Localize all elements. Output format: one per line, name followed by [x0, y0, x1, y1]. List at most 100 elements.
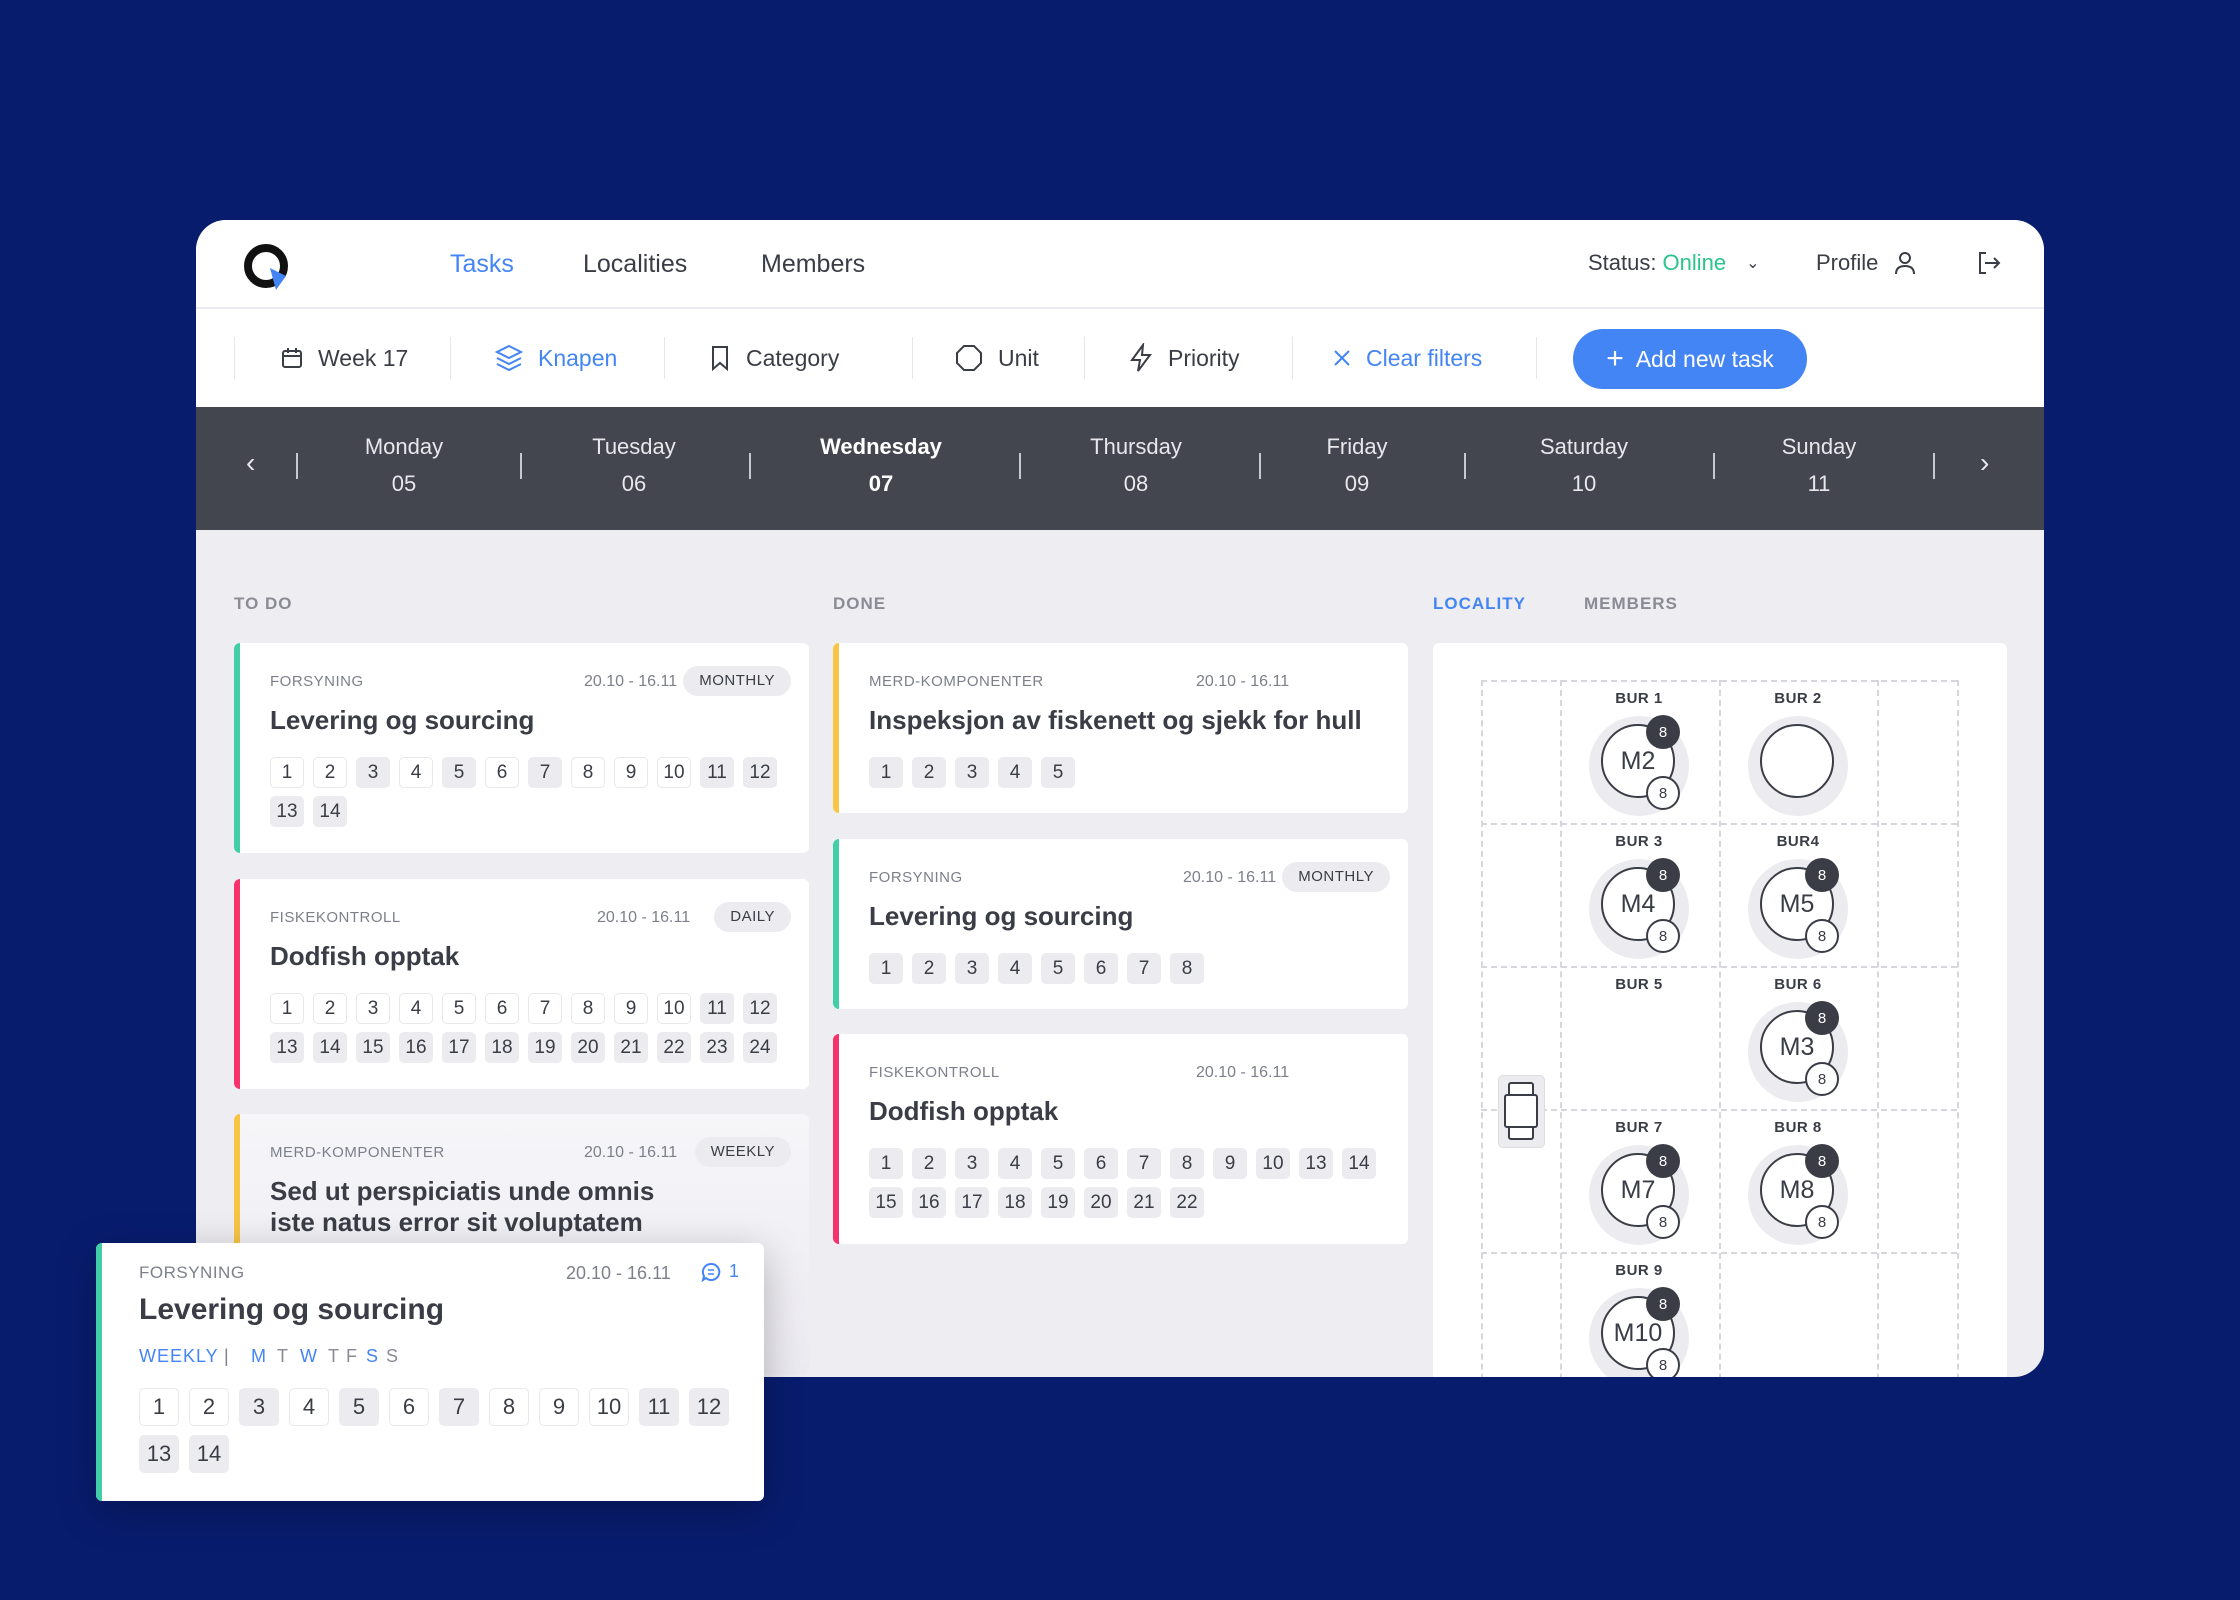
add-new-task-button[interactable]: + Add new task: [1573, 329, 1807, 389]
category-filter[interactable]: Category: [708, 309, 839, 407]
unit-chip[interactable]: 1: [270, 757, 304, 788]
app-logo[interactable]: [242, 242, 294, 294]
unit-chip[interactable]: 7: [528, 757, 562, 788]
unit-chip[interactable]: 11: [639, 1388, 679, 1426]
weekday-toggle[interactable]: S: [386, 1346, 399, 1367]
unit-chip[interactable]: 1: [139, 1388, 179, 1426]
unit-chip[interactable]: 3: [955, 953, 989, 984]
weekday-toggle[interactable]: T: [328, 1346, 340, 1367]
week-filter[interactable]: Week 17: [280, 309, 408, 407]
unit-chip[interactable]: 12: [743, 993, 777, 1024]
unit-chip[interactable]: 4: [399, 993, 433, 1024]
unit-chip[interactable]: 17: [442, 1032, 476, 1063]
cage-cell[interactable]: BUR 9 M10 8 8: [1560, 1252, 1718, 1377]
unit-chip[interactable]: 10: [657, 993, 691, 1024]
unit-chip[interactable]: 18: [998, 1187, 1032, 1218]
weekday-toggle[interactable]: S: [366, 1346, 379, 1367]
unit-chip[interactable]: 14: [313, 796, 347, 827]
day-thursday[interactable]: Thursday 08: [1046, 407, 1226, 530]
unit-chip[interactable]: 4: [998, 953, 1032, 984]
unit-chip[interactable]: 6: [485, 993, 519, 1024]
unit-chip[interactable]: 2: [912, 953, 946, 984]
unit-chip[interactable]: 3: [955, 757, 989, 788]
unit-chip[interactable]: 19: [528, 1032, 562, 1063]
unit-chip[interactable]: 8: [1170, 953, 1204, 984]
day-monday[interactable]: Monday 05: [314, 407, 494, 530]
locality-filter[interactable]: Knapen: [494, 309, 617, 407]
unit-chip[interactable]: 5: [442, 993, 476, 1024]
unit-chip[interactable]: 3: [356, 757, 390, 788]
unit-chip[interactable]: 10: [657, 757, 691, 788]
unit-chip[interactable]: 10: [1256, 1148, 1290, 1179]
status-dropdown[interactable]: Status: Online ⌄: [1588, 250, 1759, 276]
unit-chip[interactable]: 12: [743, 757, 777, 788]
cage-cell[interactable]: BUR 3 M4 8 8: [1560, 823, 1718, 966]
tab-members[interactable]: MEMBERS: [1584, 594, 1678, 614]
unit-chip[interactable]: 2: [313, 993, 347, 1024]
unit-chip[interactable]: 7: [1127, 1148, 1161, 1179]
unit-chip[interactable]: 8: [489, 1388, 529, 1426]
unit-chip[interactable]: 22: [657, 1032, 691, 1063]
unit-chip[interactable]: 1: [869, 757, 903, 788]
task-card[interactable]: FORSYNING 20.10 - 16.11 MONTHLY Levering og…: [833, 839, 1408, 1009]
day-saturday[interactable]: Saturday 10: [1494, 407, 1674, 530]
unit-chip[interactable]: 21: [1127, 1187, 1161, 1218]
unit-chip[interactable]: 16: [912, 1187, 946, 1218]
unit-chip[interactable]: 10: [589, 1388, 629, 1426]
unit-chip[interactable]: 2: [189, 1388, 229, 1426]
unit-chip[interactable]: 14: [313, 1032, 347, 1063]
unit-chip[interactable]: 24: [743, 1032, 777, 1063]
unit-chip[interactable]: 22: [1170, 1187, 1204, 1218]
unit-chip[interactable]: 13: [139, 1435, 179, 1473]
unit-chip[interactable]: 4: [289, 1388, 329, 1426]
unit-chip[interactable]: 13: [1299, 1148, 1333, 1179]
unit-chip[interactable]: 11: [700, 757, 734, 788]
day-tuesday[interactable]: Tuesday 06: [544, 407, 724, 530]
cage-cell[interactable]: BUR 7 M7 8 8: [1560, 1109, 1718, 1252]
unit-chip[interactable]: 1: [869, 1148, 903, 1179]
unit-chip[interactable]: 3: [239, 1388, 279, 1426]
day-wednesday[interactable]: Wednesday 07: [791, 407, 971, 530]
unit-chip[interactable]: 11: [700, 993, 734, 1024]
profile-button[interactable]: Profile: [1816, 250, 1916, 276]
unit-chip[interactable]: 1: [869, 953, 903, 984]
unit-chip[interactable]: 6: [1084, 953, 1118, 984]
unit-chip[interactable]: 7: [528, 993, 562, 1024]
logout-icon[interactable]: [1976, 250, 2002, 276]
day-sunday[interactable]: Sunday 11: [1729, 407, 1909, 530]
unit-chip[interactable]: 6: [1084, 1148, 1118, 1179]
nav-tasks[interactable]: Tasks: [450, 250, 514, 279]
unit-chip[interactable]: 6: [389, 1388, 429, 1426]
clear-filters-button[interactable]: Clear filters: [1332, 309, 1482, 407]
unit-chip[interactable]: 16: [399, 1032, 433, 1063]
tab-locality[interactable]: LOCALITY: [1433, 594, 1526, 614]
day-friday[interactable]: Friday 09: [1267, 407, 1447, 530]
unit-chip[interactable]: 4: [399, 757, 433, 788]
weekday-toggle[interactable]: F: [346, 1346, 358, 1367]
task-card[interactable]: MERD-KOMPONENTER 20.10 - 16.11 Inspeksjon …: [833, 643, 1408, 813]
unit-chip[interactable]: 12: [689, 1388, 729, 1426]
weekday-toggle[interactable]: T: [277, 1346, 289, 1367]
unit-chip[interactable]: 20: [571, 1032, 605, 1063]
cage-cell[interactable]: BUR 1 M2 8 8: [1560, 680, 1718, 823]
unit-chip[interactable]: 7: [439, 1388, 479, 1426]
unit-chip[interactable]: 9: [614, 757, 648, 788]
unit-chip[interactable]: 5: [442, 757, 476, 788]
unit-chip[interactable]: 3: [955, 1148, 989, 1179]
unit-chip[interactable]: 18: [485, 1032, 519, 1063]
unit-chip[interactable]: 20: [1084, 1187, 1118, 1218]
unit-chip[interactable]: 13: [270, 1032, 304, 1063]
task-card[interactable]: FORSYNING 20.10 - 16.11 MONTHLY Levering og…: [234, 643, 809, 853]
unit-chip[interactable]: 9: [614, 993, 648, 1024]
priority-filter[interactable]: Priority: [1128, 309, 1240, 407]
cage-cell[interactable]: BUR 2: [1719, 680, 1877, 823]
unit-chip[interactable]: 9: [539, 1388, 579, 1426]
cage-cell[interactable]: BUR4 M5 8 8: [1719, 823, 1877, 966]
unit-chip[interactable]: 23: [700, 1032, 734, 1063]
comments-button[interactable]: 1: [701, 1261, 739, 1282]
unit-chip[interactable]: 8: [1170, 1148, 1204, 1179]
cage-cell[interactable]: BUR 5: [1560, 966, 1718, 1109]
task-card[interactable]: FISKEKONTROLL 20.10 - 16.11 DAILY Dodfish o…: [234, 879, 809, 1089]
unit-chip[interactable]: 2: [912, 757, 946, 788]
unit-chip[interactable]: 8: [571, 757, 605, 788]
